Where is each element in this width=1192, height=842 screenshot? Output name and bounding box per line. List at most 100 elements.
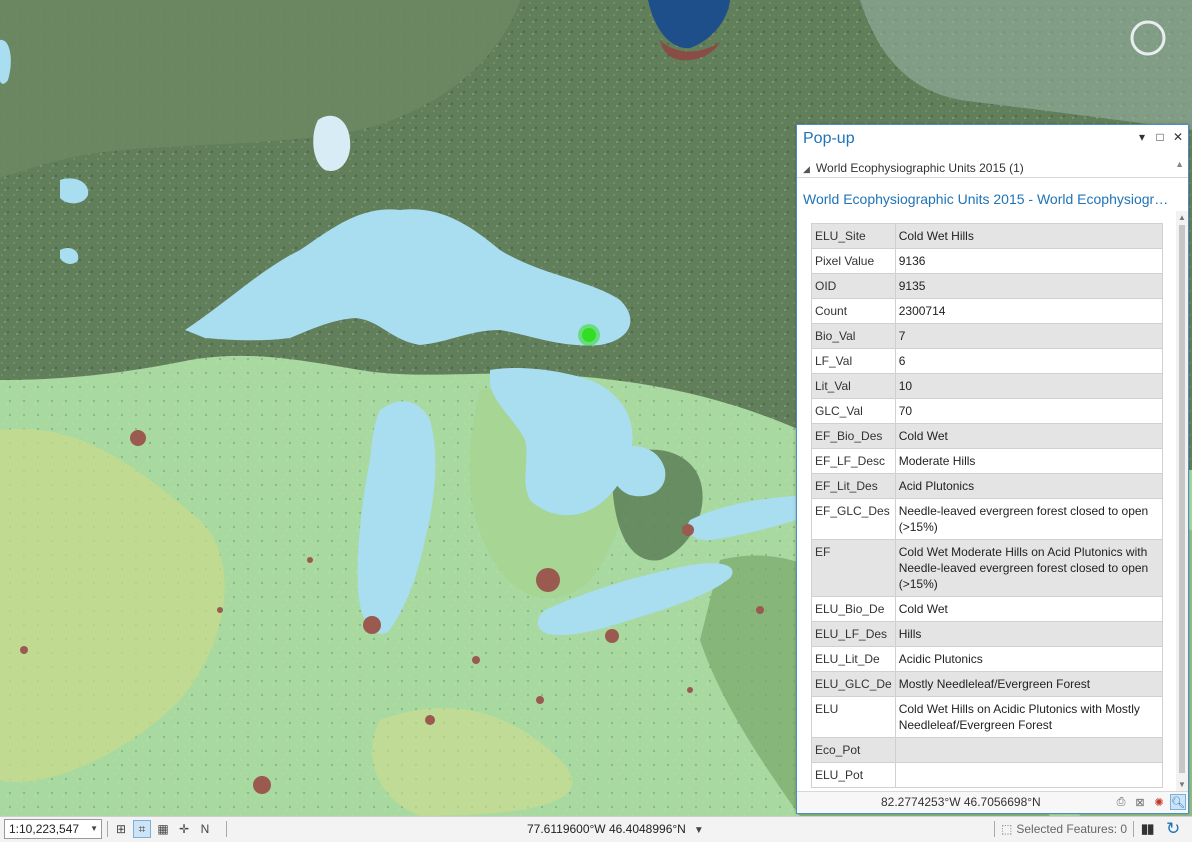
popup-footer-tools: ⎙ ⊠ ✺ 🔍︎ <box>1113 794 1186 810</box>
urban-small-8 <box>756 606 764 614</box>
divider <box>226 821 227 837</box>
attribute-field: Count <box>811 298 896 324</box>
attribute-field: ELU_Bio_De <box>811 596 896 622</box>
selected-features-label: Selected Features: 0 <box>1016 822 1128 836</box>
cursor-coordinates[interactable]: 77.6119600°W 46.4048996°N ▼ <box>527 822 704 836</box>
attribute-row: Bio_Val 7 <box>811 323 1164 349</box>
chevron-down-icon[interactable]: ▼ <box>694 825 704 836</box>
attribute-row: ELU_Lit_De Acidic Plutonics <box>811 646 1164 672</box>
tree-scroll-up-icon[interactable]: ▲ <box>1175 159 1184 169</box>
urban-small-7 <box>687 687 693 693</box>
pause-drawing-button[interactable]: ▮▮ <box>1141 821 1154 837</box>
attribute-field: ELU_Pot <box>811 762 896 788</box>
attribute-value <box>894 737 1164 763</box>
attribute-row: Lit_Val 10 <box>811 373 1164 399</box>
flash-icon[interactable]: ✺ <box>1151 794 1167 810</box>
popup-pane: Pop-up ▾ □ ✕ ◢ World Ecophysiographic Uni… <box>796 124 1189 814</box>
popup-scrollbar[interactable]: ▲ ▼ <box>1176 211 1188 791</box>
attribute-field: OID <box>811 273 896 299</box>
navigation-snap-icon[interactable]: ⌗ <box>133 820 151 838</box>
attribute-row: ELU_LF_Des Hills <box>811 621 1164 647</box>
pane-options-icon[interactable]: ▾ <box>1136 130 1148 144</box>
attribute-field: EF_GLC_Des <box>811 498 896 540</box>
zoom-to-icon[interactable]: 🔍︎ <box>1170 794 1186 810</box>
feature-title: World Ecophysiographic Units 2015 - Worl… <box>803 191 1175 207</box>
coordinate-readout: 77.6119600°W 46.4048996°N <box>527 822 686 836</box>
scroll-thumb[interactable] <box>1179 225 1185 773</box>
attribute-field: Bio_Val <box>811 323 896 349</box>
selection-icon: ⬚ <box>1001 822 1013 836</box>
scroll-down-icon[interactable]: ▼ <box>1178 780 1186 789</box>
attribute-row: LF_Val 6 <box>811 348 1164 374</box>
print-icon[interactable]: ⎙ <box>1113 794 1129 810</box>
layer-tree-item[interactable]: ◢ World Ecophysiographic Units 2015 (1) <box>803 161 1024 175</box>
urban-stlouis <box>253 776 271 794</box>
maximize-icon[interactable]: □ <box>1154 130 1166 144</box>
popup-title: Pop-up <box>803 130 855 147</box>
attribute-value: Mostly Needleleaf/Evergreen Forest <box>894 671 1164 697</box>
selected-features[interactable]: ⬚ Selected Features: 0 <box>1001 822 1127 836</box>
attribute-row: Count 2300714 <box>811 298 1164 324</box>
attribute-value: Cold Wet <box>894 423 1164 449</box>
urban-small-2 <box>425 715 435 725</box>
layer-tree-label: World Ecophysiographic Units 2015 (1) <box>815 161 1024 175</box>
attribute-row: OID 9135 <box>811 273 1164 299</box>
attribute-field: LF_Val <box>811 348 896 374</box>
attribute-table: ELU_Site Cold Wet Hills Pixel Value 9136 OID… <box>811 223 1164 788</box>
north-arrow-icon[interactable]: N <box>196 820 214 838</box>
attribute-value: Acidic Plutonics <box>894 646 1164 672</box>
attribute-value: Acid Plutonics <box>894 473 1164 499</box>
chevron-down-icon[interactable]: ▼ <box>90 822 98 836</box>
attribute-row: Pixel Value 9136 <box>811 248 1164 274</box>
snapping-icon[interactable]: ✛ <box>175 820 193 838</box>
attribute-value: Cold Wet <box>894 596 1164 622</box>
status-bar: 1:10,223,547 ▼ ⊞ ⌗ ▦ ✛ N 77.6119600°W 46… <box>0 816 1192 842</box>
attribute-value <box>894 762 1164 788</box>
attribute-row: ELU_Pot <box>811 762 1164 788</box>
popup-titlebar[interactable]: Pop-up ▾ □ ✕ <box>797 125 1188 153</box>
divider <box>107 821 108 837</box>
grid-icon[interactable]: ▦ <box>154 820 172 838</box>
attribute-field: EF_Bio_Des <box>811 423 896 449</box>
urban-chicago <box>363 616 381 634</box>
attribute-value: 70 <box>894 398 1164 424</box>
attribute-row: EF_LF_Desc Moderate Hills <box>811 448 1164 474</box>
divider <box>797 177 1188 178</box>
attribute-row: EF_Bio_Des Cold Wet <box>811 423 1164 449</box>
urban-small-6 <box>20 646 28 654</box>
attribute-field: GLC_Val <box>811 398 896 424</box>
scale-dropdown[interactable]: 1:10,223,547 ▼ <box>4 819 102 839</box>
refresh-icon[interactable]: ↻ <box>1166 819 1180 839</box>
attribute-value: Hills <box>894 621 1164 647</box>
urban-detroit <box>536 568 560 592</box>
collapse-triangle-icon[interactable]: ◢ <box>803 164 810 174</box>
urban-toronto <box>682 524 694 536</box>
attribute-value: 7 <box>894 323 1164 349</box>
export-icon[interactable]: ⊠ <box>1132 794 1148 810</box>
attribute-field: Lit_Val <box>811 373 896 399</box>
attribute-field: EF_LF_Desc <box>811 448 896 474</box>
attribute-row: ELU_GLC_De Mostly Needleleaf/Evergreen Fo… <box>811 671 1164 697</box>
popup-window-controls: ▾ □ ✕ <box>1136 130 1184 144</box>
attribute-field: Eco_Pot <box>811 737 896 763</box>
attribute-value: Cold Wet Hills <box>894 223 1164 249</box>
close-icon[interactable]: ✕ <box>1172 130 1184 144</box>
attribute-row: EF Cold Wet Moderate Hills on Acid Pluton… <box>811 539 1164 597</box>
popup-footer: 82.2774253°W 46.7056698°N ⎙ ⊠ ✺ 🔍︎ <box>797 791 1188 813</box>
attribute-field: EF_Lit_Des <box>811 473 896 499</box>
urban-small-3 <box>536 696 544 704</box>
attribute-value: 2300714 <box>894 298 1164 324</box>
map-tools: ⊞ ⌗ ▦ ✛ N <box>112 820 214 838</box>
attribute-field: Pixel Value <box>811 248 896 274</box>
identify-location-marker[interactable] <box>582 328 596 342</box>
attribute-field: ELU_Site <box>811 223 896 249</box>
urban-small-5 <box>307 557 313 563</box>
attribute-value: Needle-leaved evergreen forest closed to… <box>894 498 1164 540</box>
attribute-value: 10 <box>894 373 1164 399</box>
scroll-up-icon[interactable]: ▲ <box>1178 213 1186 222</box>
attribute-field: ELU_GLC_De <box>811 671 896 697</box>
urban-small-1 <box>472 656 480 664</box>
attribute-row: EF_Lit_Des Acid Plutonics <box>811 473 1164 499</box>
attribute-value: 6 <box>894 348 1164 374</box>
fixed-zoom-icon[interactable]: ⊞ <box>112 820 130 838</box>
